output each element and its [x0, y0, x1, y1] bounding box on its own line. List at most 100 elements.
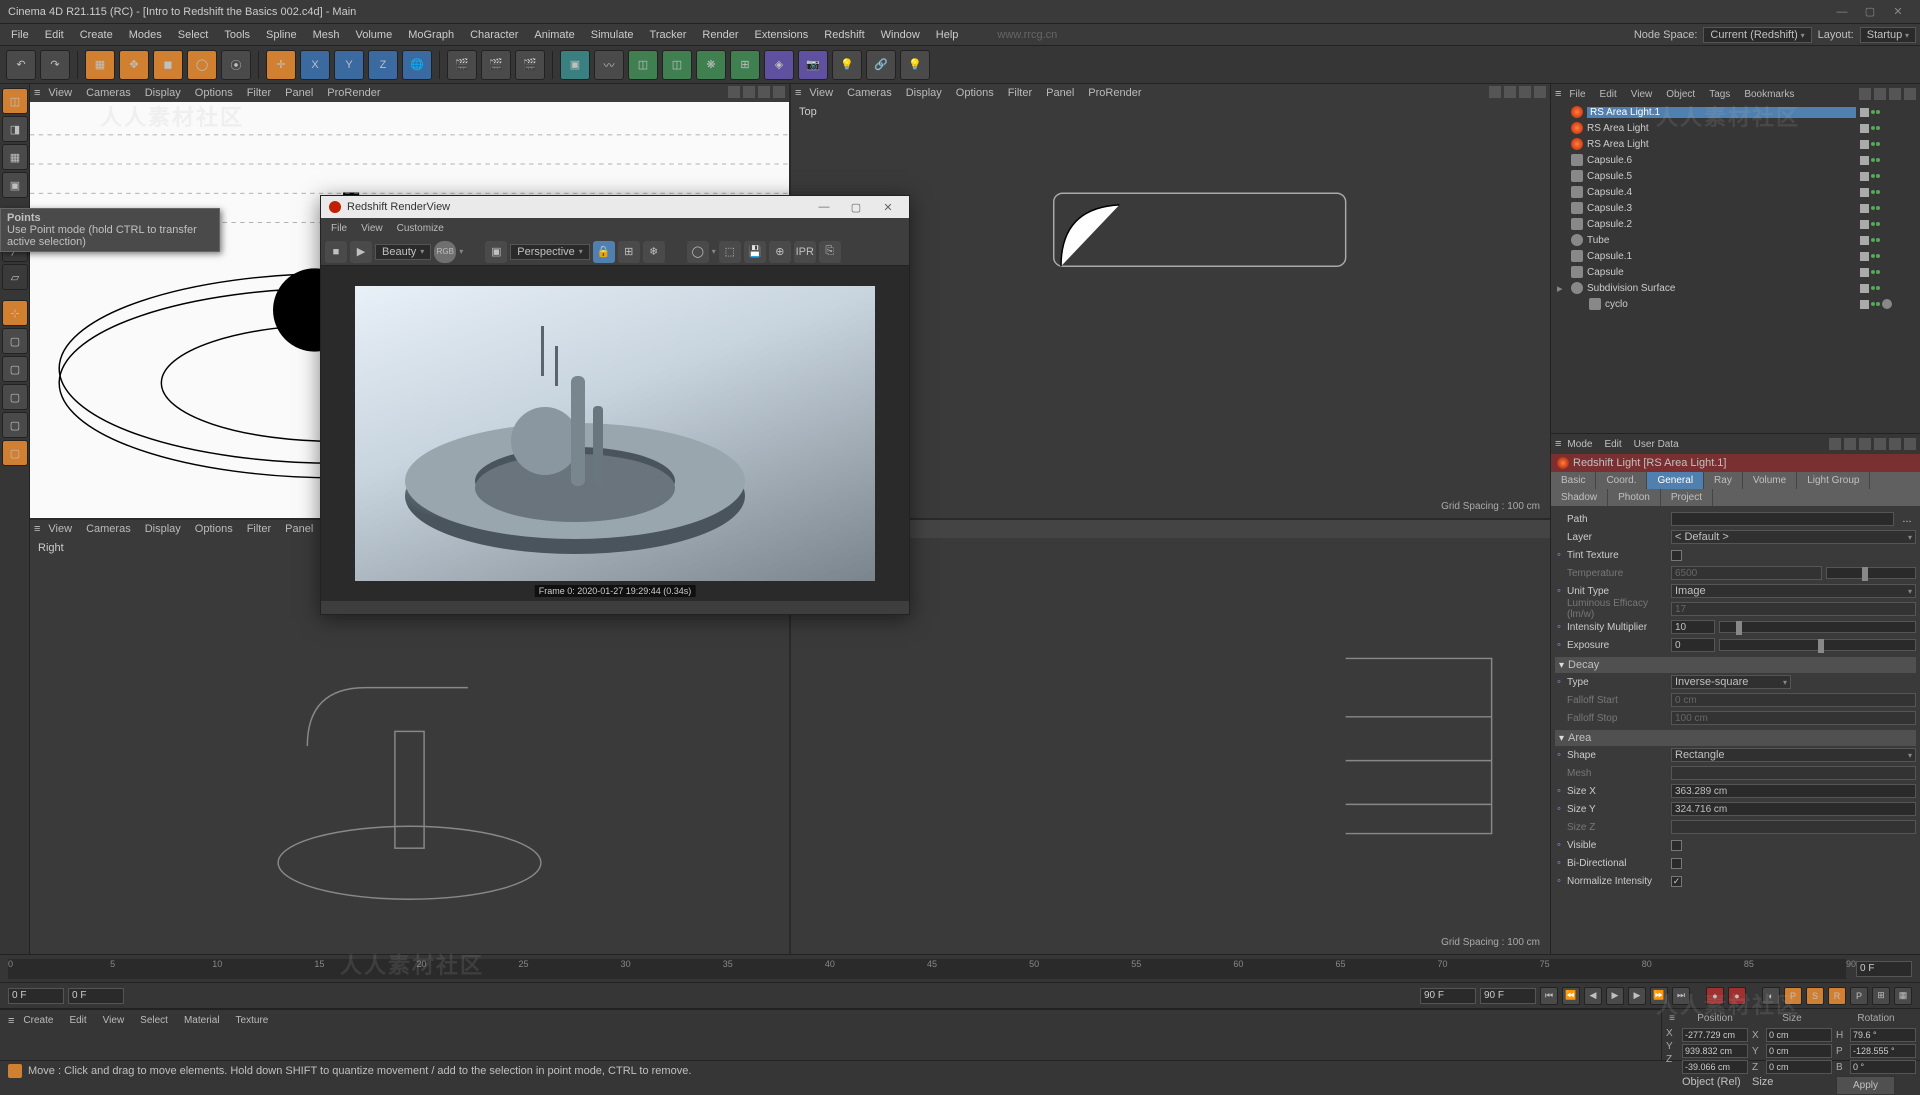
viewport-hamburger-icon[interactable]: ≡ [34, 87, 40, 99]
rv-freeze-button[interactable]: ❄ [643, 241, 665, 263]
prop-bidir-checkbox[interactable] [1671, 858, 1682, 869]
rv-save-button[interactable]: 💾 [744, 241, 766, 263]
om-menu-file[interactable]: File [1563, 87, 1591, 102]
x-axis-button[interactable]: X [300, 50, 330, 80]
maximize-button[interactable]: ▢ [1856, 3, 1884, 21]
coord-p-rot[interactable] [1850, 1044, 1916, 1058]
render-settings-button[interactable]: 🎬 [515, 50, 545, 80]
render-region-button[interactable]: 🎬 [481, 50, 511, 80]
minimize-button[interactable]: — [1828, 3, 1856, 21]
menu-window[interactable]: Window [874, 26, 927, 44]
layer-toggle[interactable] [1860, 236, 1869, 245]
cube-primitive-button[interactable]: ▣ [560, 50, 590, 80]
layer-toggle[interactable] [1860, 300, 1869, 309]
coord-z-size[interactable] [1766, 1060, 1832, 1074]
tab-project[interactable]: Project [1661, 489, 1713, 506]
scale-button[interactable]: ◼ [153, 50, 183, 80]
axis-lock-button[interactable]: ✛ [266, 50, 296, 80]
timeline-current-field[interactable] [1856, 961, 1912, 977]
coord-y-size[interactable] [1766, 1044, 1832, 1058]
menu-file[interactable]: File [4, 26, 36, 44]
menu-render[interactable]: Render [695, 26, 745, 44]
layer-toggle[interactable] [1860, 188, 1869, 197]
timeline-preview-start-field[interactable] [68, 988, 124, 1004]
key-scale-button[interactable]: S [1806, 987, 1824, 1005]
section-area[interactable]: ▾ Area [1555, 730, 1916, 746]
generator-button[interactable]: ◫ [628, 50, 658, 80]
menu-mesh[interactable]: Mesh [306, 26, 347, 44]
rv-menu-customize[interactable]: Customize [391, 221, 450, 236]
prev-frame-button[interactable]: ◀ [1584, 987, 1602, 1005]
rv-camera-select[interactable]: Perspective ▾ [510, 244, 590, 260]
tab-lightgroup[interactable]: Light Group [1797, 472, 1870, 489]
locked-workplane-button[interactable]: ▢ [2, 440, 28, 466]
coord-z-pos[interactable] [1682, 1060, 1748, 1074]
prop-decaytype-select[interactable]: Inverse-square▾ [1671, 675, 1791, 689]
menu-tracker[interactable]: Tracker [643, 26, 694, 44]
rv-stop-button[interactable]: ■ [325, 241, 347, 263]
layer-toggle[interactable] [1860, 172, 1869, 181]
menu-spline[interactable]: Spline [259, 26, 304, 44]
rv-menu-file[interactable]: File [325, 221, 353, 236]
menu-select[interactable]: Select [171, 26, 216, 44]
coord-mode2-select[interactable]: Size [1752, 1076, 1818, 1088]
menu-volume[interactable]: Volume [349, 26, 400, 44]
y-axis-button[interactable]: Y [334, 50, 364, 80]
rv-history-button[interactable]: ⊕ [769, 241, 791, 263]
object-row[interactable]: Capsule.4 [1551, 184, 1920, 200]
tab-shadow[interactable]: Shadow [1551, 489, 1608, 506]
next-frame-button[interactable]: ▶ [1628, 987, 1646, 1005]
om-menu-bookmarks[interactable]: Bookmarks [1738, 87, 1800, 102]
om-menu-view[interactable]: View [1625, 87, 1659, 102]
key-pos-button[interactable]: P [1784, 987, 1802, 1005]
vp-menu-view[interactable]: View [42, 86, 78, 100]
enable-axis-button[interactable]: ⊹ [2, 300, 28, 326]
menu-animate[interactable]: Animate [527, 26, 581, 44]
undo-button[interactable]: ↶ [6, 50, 36, 80]
redo-button[interactable]: ↷ [40, 50, 70, 80]
am-menu-mode[interactable]: Mode [1561, 437, 1598, 452]
object-row[interactable]: RS Area Light [1551, 120, 1920, 136]
menu-extensions[interactable]: Extensions [747, 26, 815, 44]
prop-visible-checkbox[interactable] [1671, 840, 1682, 851]
mat-menu-material[interactable]: Material [177, 1013, 227, 1028]
layer-toggle[interactable] [1860, 108, 1869, 117]
vp-menu-filter[interactable]: Filter [241, 86, 277, 100]
menu-edit[interactable]: Edit [38, 26, 71, 44]
prop-tint-checkbox[interactable] [1671, 550, 1682, 561]
extra-button[interactable]: 💡 [900, 50, 930, 80]
deformer-button[interactable]: ◫ [662, 50, 692, 80]
om-menu-edit[interactable]: Edit [1594, 87, 1623, 102]
key-rot-button[interactable]: R [1828, 987, 1846, 1005]
layer-toggle[interactable] [1860, 140, 1869, 149]
object-list[interactable]: RS Area Light.1RS Area LightRS Area Ligh… [1551, 104, 1920, 434]
object-row[interactable]: ▸Subdivision Surface [1551, 280, 1920, 296]
timeline-preview-end-field[interactable] [1420, 988, 1476, 1004]
menu-create[interactable]: Create [73, 26, 120, 44]
object-row[interactable]: Capsule.3 [1551, 200, 1920, 216]
tab-photon[interactable]: Photon [1608, 489, 1661, 506]
renderview-minimize[interactable]: — [811, 199, 837, 215]
polygons-mode-button[interactable]: ▱ [2, 264, 28, 290]
prop-intensity-field[interactable]: 10 [1671, 620, 1715, 634]
vp-menu-cameras[interactable]: Cameras [80, 86, 137, 100]
rv-copy-button[interactable]: ⎘ [819, 241, 841, 263]
layer-toggle[interactable] [1860, 252, 1869, 261]
object-row[interactable]: cyclo [1551, 296, 1920, 312]
texture-mode-button[interactable]: ◨ [2, 116, 28, 142]
rv-menu-view[interactable]: View [355, 221, 389, 236]
layer-toggle[interactable] [1860, 156, 1869, 165]
mat-menu-select[interactable]: Select [133, 1013, 175, 1028]
object-row[interactable]: Capsule [1551, 264, 1920, 280]
coord-b-rot[interactable] [1850, 1060, 1916, 1074]
mat-menu-texture[interactable]: Texture [229, 1013, 276, 1028]
viewport-solo-button[interactable]: ▢ [2, 356, 28, 382]
object-mode-button[interactable]: ▣ [2, 172, 28, 198]
recent-tool-button[interactable]: ⦿ [221, 50, 251, 80]
am-menu-userdata[interactable]: User Data [1628, 437, 1685, 452]
tab-volume[interactable]: Volume [1743, 472, 1797, 489]
field-button[interactable]: ◈ [764, 50, 794, 80]
tag-button[interactable]: 🔗 [866, 50, 896, 80]
live-select-button[interactable]: ▦ [85, 50, 115, 80]
menu-modes[interactable]: Modes [122, 26, 169, 44]
